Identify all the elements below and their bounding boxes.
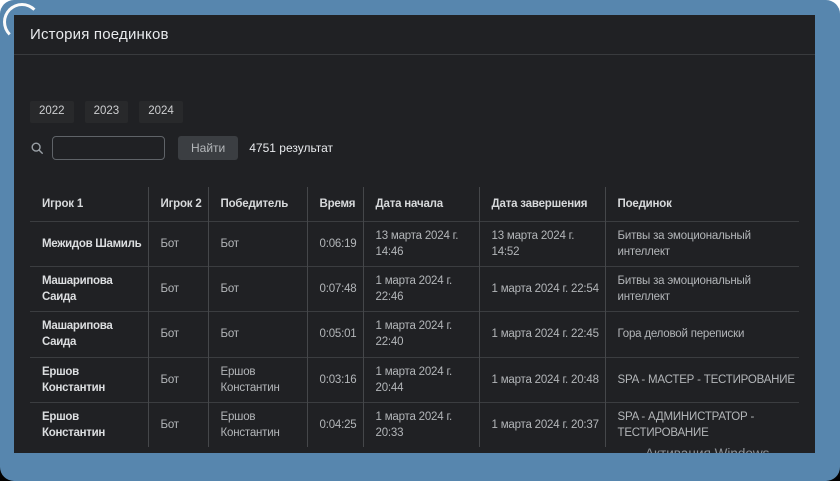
table-cell: Бот xyxy=(208,222,307,267)
table-row[interactable]: Ершов КонстантинБотЕршов Константин0:03:… xyxy=(30,357,799,402)
table-cell: Ершов Константин xyxy=(30,357,148,402)
tab-year-2022[interactable]: 2022 xyxy=(30,101,74,123)
table-cell: 1 марта 2024 г. 20:33 xyxy=(363,402,479,447)
table-cell: 1 марта 2024 г. 22:45 xyxy=(479,312,605,357)
find-button[interactable]: Найти xyxy=(178,136,238,160)
column-header: Победитель xyxy=(208,187,307,222)
table-cell: 0:05:01 xyxy=(307,312,363,357)
table-head: Игрок 1Игрок 2ПобедительВремяДата начала… xyxy=(30,187,799,222)
table-cell: 0:07:48 xyxy=(307,267,363,312)
matches-table: Игрок 1Игрок 2ПобедительВремяДата начала… xyxy=(30,187,799,447)
panel-header: История поединков xyxy=(14,15,815,55)
table-cell: 0:03:16 xyxy=(307,357,363,402)
table-cell: Бот xyxy=(148,357,208,402)
table-head-row: Игрок 1Игрок 2ПобедительВремяДата начала… xyxy=(30,187,799,222)
table-cell: 1 марта 2024 г. 22:46 xyxy=(363,267,479,312)
screenshot-stage: История поединков 2022 2023 2024 Найти 4… xyxy=(0,0,840,481)
column-header: Поединок xyxy=(605,187,799,222)
table-cell: Ершов Константин xyxy=(208,357,307,402)
results-count: 4751 результат xyxy=(249,141,333,155)
table-body: Межидов ШамильБотБот0:06:1913 марта 2024… xyxy=(30,222,799,447)
table-cell: Битвы за эмоциональный интеллект xyxy=(605,222,799,267)
table-cell: 1 марта 2024 г. 20:44 xyxy=(363,357,479,402)
search-row: Найти 4751 результат xyxy=(30,135,799,161)
table-cell: 1 марта 2024 г. 22:54 xyxy=(479,267,605,312)
history-panel: История поединков 2022 2023 2024 Найти 4… xyxy=(14,15,815,453)
column-header: Игрок 2 xyxy=(148,187,208,222)
table-cell: Бот xyxy=(148,402,208,447)
table-cell: Межидов Шамиль xyxy=(30,222,148,267)
page-title: История поединков xyxy=(30,26,169,43)
tab-year-2024[interactable]: 2024 xyxy=(139,101,183,123)
table-cell: 1 марта 2024 г. 22:40 xyxy=(363,312,479,357)
tab-year-2023[interactable]: 2023 xyxy=(85,101,129,123)
column-header: Игрок 1 xyxy=(30,187,148,222)
table-cell: Бот xyxy=(208,267,307,312)
table-cell: Машарипова Саида xyxy=(30,312,148,357)
table-cell: Бот xyxy=(148,312,208,357)
table-cell: SPA - МАСТЕР - ТЕСТИРОВАНИЕ xyxy=(605,357,799,402)
table-cell: 1 марта 2024 г. 20:37 xyxy=(479,402,605,447)
column-header: Дата завершения xyxy=(479,187,605,222)
table-cell: Ершов Константин xyxy=(208,402,307,447)
table-cell: Машарипова Саида xyxy=(30,267,148,312)
table-row[interactable]: Машарипова СаидаБотБот0:07:481 марта 202… xyxy=(30,267,799,312)
table-cell: Битвы за эмоциональный интеллект xyxy=(605,267,799,312)
table-cell: Бот xyxy=(208,312,307,357)
year-tabs: 2022 2023 2024 xyxy=(30,101,799,123)
table-cell: Бот xyxy=(148,267,208,312)
table-cell: SPA - АДМИНИСТРАТОР - ТЕСТИРОВАНИЕ xyxy=(605,402,799,447)
table-cell: 13 марта 2024 г. 14:52 xyxy=(479,222,605,267)
table-cell: Гора деловой переписки xyxy=(605,312,799,357)
table-row[interactable]: Межидов ШамильБотБот0:06:1913 марта 2024… xyxy=(30,222,799,267)
table-row[interactable]: Ершов КонстантинБотЕршов Константин0:04:… xyxy=(30,402,799,447)
table-cell: 13 марта 2024 г. 14:46 xyxy=(363,222,479,267)
column-header: Дата начала xyxy=(363,187,479,222)
column-header: Время xyxy=(307,187,363,222)
table-cell: 0:04:25 xyxy=(307,402,363,447)
search-input[interactable] xyxy=(52,136,165,160)
table-cell: 0:06:19 xyxy=(307,222,363,267)
table-cell: 1 марта 2024 г. 20:48 xyxy=(479,357,605,402)
table-cell: Ершов Константин xyxy=(30,402,148,447)
windows-activation-watermark: Активация Windows xyxy=(645,446,769,453)
panel-content: 2022 2023 2024 Найти 4751 результат Игро… xyxy=(14,101,815,447)
search-icon xyxy=(30,141,44,155)
table-row[interactable]: Машарипова СаидаБотБот0:05:011 марта 202… xyxy=(30,312,799,357)
table-cell: Бот xyxy=(148,222,208,267)
